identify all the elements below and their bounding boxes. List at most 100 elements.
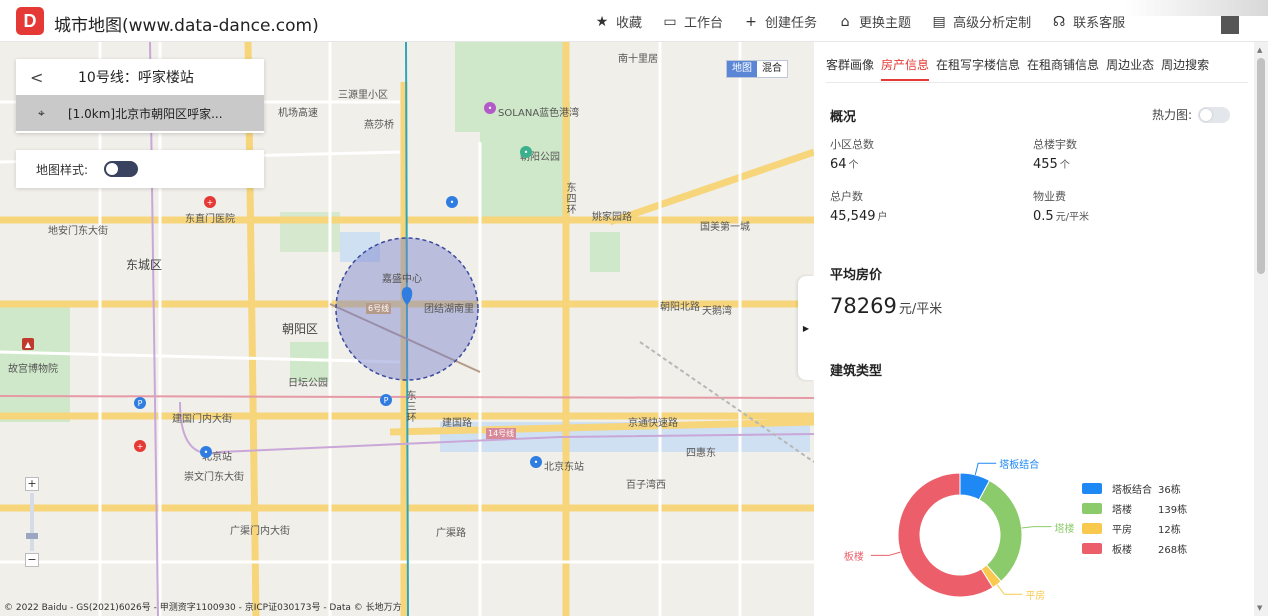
stat-number: 0.5: [1033, 209, 1054, 224]
app-logo[interactable]: D: [16, 7, 44, 35]
nav-workbench[interactable]: ▭ 工作台: [662, 12, 724, 32]
map-label: 团结湖南里: [424, 304, 474, 315]
map-type-switch: 地图 混合: [726, 60, 788, 78]
plus-icon: +: [745, 13, 757, 30]
slice-label: 塔板结合: [999, 460, 1040, 472]
zoom-control: + −: [25, 477, 39, 567]
map-label: 燕莎桥: [364, 120, 394, 131]
nav-contact-support[interactable]: ☊ 联系客服: [1051, 12, 1126, 32]
hospital-icon[interactable]: +: [134, 440, 146, 452]
panel-scrollbar[interactable]: ▲ ▼: [1254, 42, 1268, 616]
map-pin-icon: ⌖: [38, 105, 45, 120]
app-header: D 城市地图(www.data-dance.com) ★ 收藏 ▭ 工作台 + 创建任…: [0, 0, 1268, 42]
zoom-slider[interactable]: [26, 493, 38, 551]
tab-nearby-business[interactable]: 周边业态: [1106, 56, 1154, 81]
map-label: 日坛公园: [288, 378, 328, 389]
scroll-up-icon[interactable]: ▲: [1257, 46, 1262, 54]
nav-label: 收藏: [616, 16, 643, 31]
nav-favorites[interactable]: ★ 收藏: [594, 12, 643, 32]
route-title: 10号线：呼家楼站: [78, 70, 194, 86]
stat-number: 45,549: [830, 209, 876, 224]
road: [608, 148, 814, 226]
map-label: 国美第一城: [700, 222, 750, 233]
scroll-down-icon[interactable]: ▼: [1257, 604, 1262, 612]
map-label: 建国路: [442, 418, 472, 429]
legend-swatch: [1082, 502, 1102, 514]
hospital-icon[interactable]: +: [204, 196, 216, 208]
poi-icon[interactable]: •: [446, 196, 458, 208]
map-label: 东直门医院: [185, 214, 235, 225]
legend-label: 塔楼: [1112, 504, 1132, 516]
shopping-icon[interactable]: •: [484, 102, 496, 114]
map-label: 南十里居: [618, 54, 658, 65]
slice-label: 板楼: [843, 552, 864, 564]
stat-value: 455 个: [1033, 156, 1070, 172]
map-style-toggle[interactable]: [104, 161, 139, 177]
nav-label: 联系客服: [1073, 16, 1126, 31]
stat-unit: 户: [877, 212, 888, 223]
stat-label: 小区总数: [830, 138, 874, 151]
map-label: 东四环: [564, 182, 575, 215]
map-label: 三源里小区: [338, 90, 388, 101]
map-label: 嘉盛中心: [382, 274, 422, 285]
panel-tabs: 客群画像 房产信息 在租写字楼信息 在租商铺信息 周边业态 周边搜索: [826, 56, 1216, 81]
building-type-donut-chart: [870, 462, 1052, 598]
star-icon: ★: [595, 13, 609, 30]
nav-change-theme[interactable]: ⌂ 更换主题: [837, 12, 911, 32]
route-card: < 10号线：呼家楼站 ⌖ [1.0km]北京市朝阳区呼家...: [16, 59, 264, 133]
map-label: 朝阳区: [282, 322, 319, 336]
metro-line-label: 14号线: [486, 428, 517, 439]
palace-museum-icon[interactable]: ▲: [22, 338, 34, 350]
monitor-icon: ▭: [663, 13, 677, 30]
train-station-icon[interactable]: •: [200, 446, 212, 458]
legend-swatch: [1082, 542, 1102, 554]
stat-value: 45,549 户: [830, 208, 888, 224]
map-label: 机场高速: [278, 108, 318, 119]
avg-price-unit: 元/平米: [898, 302, 943, 317]
scrollbar-thumb[interactable]: [1257, 58, 1265, 274]
legend-item[interactable]: 板楼 268栋: [1082, 538, 1187, 558]
map-label: SOLANA蓝色港湾: [498, 108, 580, 119]
parking-icon[interactable]: P: [134, 397, 146, 409]
stat-unit: 个: [1059, 160, 1070, 171]
collapse-panel-button[interactable]: ▶: [798, 276, 814, 380]
shirt-icon: ⌂: [840, 13, 850, 30]
map-label: 崇文门东大街: [184, 472, 244, 483]
nav-advanced-analysis[interactable]: ▤ 高级分析定制: [931, 12, 1031, 32]
route-address-row[interactable]: ⌖ [1.0km]北京市朝阳区呼家...: [16, 95, 264, 131]
tab-property-info[interactable]: 房产信息: [881, 56, 930, 81]
avg-price-value: 78269: [830, 294, 897, 318]
map-type-hybrid[interactable]: 混合: [757, 61, 787, 77]
legend-item[interactable]: 塔楼 139栋: [1082, 498, 1187, 518]
user-menu-icon[interactable]: [1221, 16, 1239, 34]
legend-value: 139栋: [1158, 504, 1188, 516]
back-icon[interactable]: <: [30, 68, 60, 87]
slice-leader-line: [1021, 526, 1052, 529]
building-type-title: 建筑类型: [830, 364, 883, 379]
map-label: 东城区: [126, 258, 163, 272]
overview-title: 概况: [830, 110, 857, 125]
legend-value: 36栋: [1158, 484, 1181, 496]
nav-create-task[interactable]: + 创建任务: [743, 12, 817, 32]
map-canvas[interactable]: 东城区 朝阳区 三源里小区 燕莎桥 机场高速 东直门医院 地安门东大街 朝阳公园…: [0, 42, 814, 616]
nav-label: 工作台: [684, 16, 724, 31]
legend-item[interactable]: 塔板结合 36栋: [1082, 478, 1187, 498]
park-icon[interactable]: •: [520, 146, 532, 158]
legend-item[interactable]: 平房 12栋: [1082, 518, 1187, 538]
map-label: 地安门东大街: [48, 226, 108, 237]
tab-customer-profile[interactable]: 客群画像: [826, 56, 874, 81]
tab-office-rental[interactable]: 在租写字楼信息: [936, 56, 1020, 81]
tabs-divider: [826, 82, 1248, 83]
tab-shop-rental[interactable]: 在租商铺信息: [1027, 56, 1099, 81]
map-type-map[interactable]: 地图: [727, 61, 757, 77]
stat-unit: 元/平米: [1055, 212, 1090, 223]
legend-value: 268栋: [1158, 544, 1188, 556]
parking-icon[interactable]: P: [380, 394, 392, 406]
stat-label: 总户数: [830, 190, 863, 203]
zoom-out-button[interactable]: −: [25, 553, 39, 567]
tab-nearby-search[interactable]: 周边搜索: [1161, 56, 1209, 81]
heatmap-toggle[interactable]: [1198, 106, 1231, 123]
zoom-in-button[interactable]: +: [25, 477, 39, 491]
train-station-icon[interactable]: •: [530, 456, 542, 468]
legend-value: 12栋: [1158, 524, 1181, 536]
